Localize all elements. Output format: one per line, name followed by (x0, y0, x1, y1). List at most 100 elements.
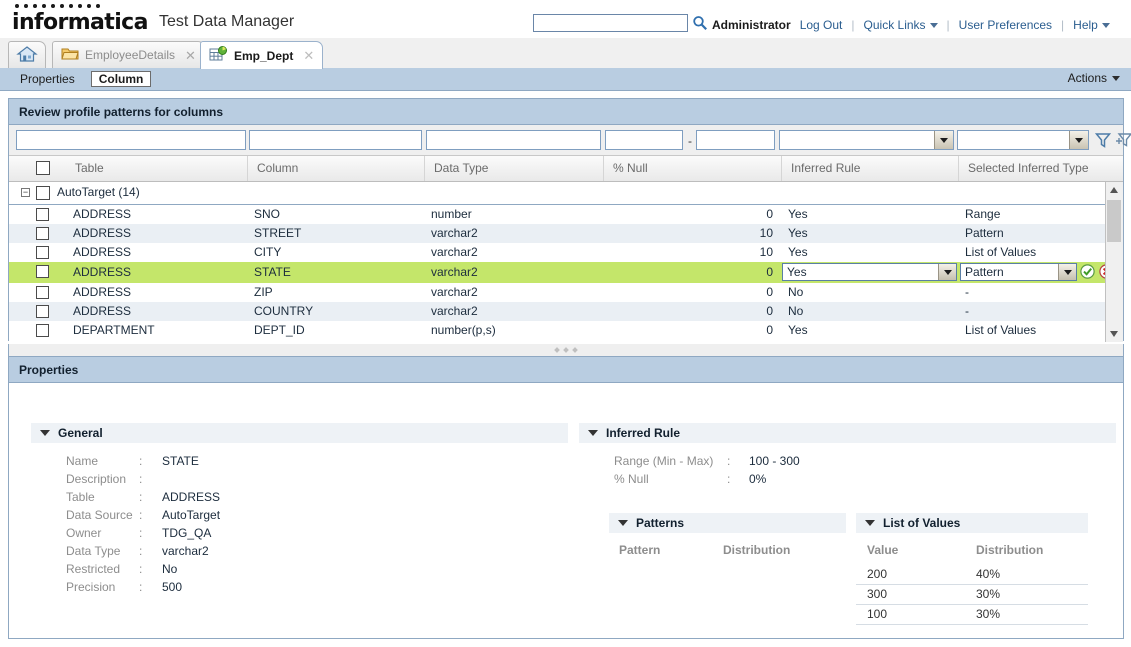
dropdown-arrow-icon[interactable] (1069, 131, 1088, 149)
row-checkbox[interactable] (36, 265, 49, 278)
row-checkbox[interactable] (36, 305, 49, 318)
row-checkbox[interactable] (36, 324, 49, 337)
cell-data-type: varchar2 (431, 265, 478, 279)
table-row[interactable]: ADDRESS COUNTRY varchar2 0 No - (9, 302, 1123, 321)
cell-inferred-rule: No (788, 285, 804, 299)
quick-links-menu[interactable]: Quick Links (864, 18, 926, 32)
column-header-table[interactable]: Table (66, 156, 247, 181)
accept-edit-icon[interactable] (1080, 264, 1095, 279)
cell-selected-type: List of Values (965, 323, 1037, 337)
scroll-up-icon[interactable] (1106, 182, 1122, 198)
field-colon: : (727, 472, 731, 486)
patterns-section-header[interactable]: Patterns (609, 513, 846, 533)
select-all-checkbox[interactable] (36, 161, 50, 175)
inferred-rule-field-list: Range (Min - Max): 100 - 300 % Null: 0% (579, 454, 1116, 490)
close-icon[interactable]: ✕ (185, 49, 196, 62)
clear-filter-icon[interactable] (1114, 130, 1131, 150)
chevron-down-icon[interactable] (1101, 22, 1110, 28)
dropdown-arrow-icon[interactable] (1058, 264, 1076, 280)
tab-emp-dept[interactable]: Emp_Dept ✕ (200, 41, 324, 69)
column-header-selected-type[interactable]: Selected Inferred Type (958, 156, 1123, 181)
group-row-autotarget[interactable]: − AutoTarget (14) (9, 182, 1123, 205)
dropdown-arrow-icon[interactable] (934, 131, 953, 149)
cell-selected-type: - (965, 285, 969, 299)
home-tab[interactable] (8, 41, 46, 68)
column-header-inferred-rule[interactable]: Inferred Rule (781, 156, 958, 181)
field-value: ADDRESS (162, 490, 221, 504)
filter-datatype-input[interactable] (426, 130, 601, 150)
informatica-logo-dots (15, 4, 100, 8)
column-header-data-type[interactable]: Data Type (424, 156, 603, 181)
cell-selected-type: Range (965, 207, 1001, 221)
filter-range-separator: - (688, 134, 692, 148)
group-select-checkbox[interactable] (36, 186, 50, 200)
collapse-icon[interactable]: − (21, 188, 30, 197)
link-separator: | (1061, 18, 1065, 32)
collapse-triangle-icon[interactable] (588, 430, 598, 436)
log-out-link[interactable]: Log Out (800, 18, 843, 32)
column-header-column[interactable]: Column (247, 156, 424, 181)
row-checkbox[interactable] (36, 286, 49, 299)
field-colon: : (139, 472, 143, 486)
column-header-pct-null[interactable]: % Null (603, 156, 781, 181)
tab-label: EmployeeDetails (85, 48, 176, 62)
tab-strip: EmployeeDetails ✕ Emp_Dept ✕ (0, 38, 1131, 69)
panel-splitter[interactable] (8, 344, 1124, 356)
cell-pct-null: 0 (766, 207, 773, 221)
inferred-rule-select[interactable]: Yes (782, 263, 957, 281)
filter-column-input[interactable] (249, 130, 422, 150)
collapse-triangle-icon[interactable] (40, 430, 50, 436)
cell-selected-type: - (965, 304, 969, 318)
apply-filter-icon[interactable] (1093, 130, 1113, 150)
collapse-triangle-icon[interactable] (865, 520, 875, 526)
lov-value: 200 (867, 567, 888, 581)
cell-table: DEPARTMENT (73, 323, 155, 337)
row-checkbox[interactable] (36, 227, 49, 240)
cell-column: ZIP (254, 285, 273, 299)
chevron-down-icon[interactable] (929, 22, 938, 28)
lov-distribution: 40% (976, 567, 1001, 581)
cell-pct-null: 0 (766, 265, 773, 279)
filter-null-max-input[interactable] (696, 130, 775, 150)
lov-column-value: Value (867, 543, 899, 557)
list-item[interactable]: 200 40% (856, 565, 1088, 585)
close-icon[interactable]: ✕ (303, 49, 314, 62)
general-section-header[interactable]: General (31, 423, 568, 443)
list-of-values-section: List of Values Value Distribution 200 40… (856, 513, 1088, 625)
table-row[interactable]: DEPARTMENT DEPT_ID number(p,s) 0 Yes Lis… (9, 321, 1123, 340)
scroll-down-icon[interactable] (1106, 326, 1122, 342)
selected-inferred-type-select[interactable]: Pattern (960, 263, 1077, 281)
row-checkbox[interactable] (36, 208, 49, 221)
filter-selected-type-select[interactable] (957, 130, 1089, 150)
table-row[interactable]: ADDRESS ZIP varchar2 0 No - (9, 283, 1123, 302)
table-row[interactable]: ADDRESS STREET varchar2 10 Yes Pattern (9, 224, 1123, 243)
table-row[interactable]: ADDRESS SNO number 0 Yes Range (9, 205, 1123, 224)
grid-vertical-scrollbar[interactable] (1105, 182, 1123, 342)
actions-menu[interactable]: Actions (1068, 71, 1120, 85)
list-of-values-section-header[interactable]: List of Values (856, 513, 1088, 533)
scrollbar-thumb[interactable] (1107, 200, 1121, 242)
inferred-rule-section-header[interactable]: Inferred Rule (579, 423, 1116, 443)
search-icon[interactable] (692, 15, 708, 31)
search-input[interactable] (533, 14, 688, 32)
row-checkbox[interactable] (36, 246, 49, 259)
cell-data-type: varchar2 (431, 226, 478, 240)
table-row-selected[interactable]: ADDRESS STATE varchar2 0 Yes Pattern (9, 262, 1123, 283)
filter-null-min-input[interactable] (605, 130, 683, 150)
user-preferences-link[interactable]: User Preferences (959, 18, 1052, 32)
filter-inferred-rule-select[interactable] (779, 130, 954, 150)
subtab-column[interactable]: Column (90, 71, 152, 87)
profile-table-icon (209, 46, 228, 65)
tab-employeedetails[interactable]: EmployeeDetails ✕ (52, 41, 205, 68)
collapse-triangle-icon[interactable] (618, 520, 628, 526)
subtab-properties[interactable]: Properties (14, 71, 81, 87)
table-row[interactable]: ADDRESS CITY varchar2 10 Yes List of Val… (9, 243, 1123, 262)
list-item[interactable]: 100 30% (856, 605, 1088, 625)
filter-table-input[interactable] (16, 130, 246, 150)
dropdown-arrow-icon[interactable] (938, 264, 956, 280)
lov-distribution: 30% (976, 587, 1001, 601)
help-menu[interactable]: Help (1073, 18, 1098, 32)
cell-column: COUNTRY (254, 304, 314, 318)
list-item[interactable]: 300 30% (856, 585, 1088, 605)
general-heading: General (58, 426, 103, 440)
